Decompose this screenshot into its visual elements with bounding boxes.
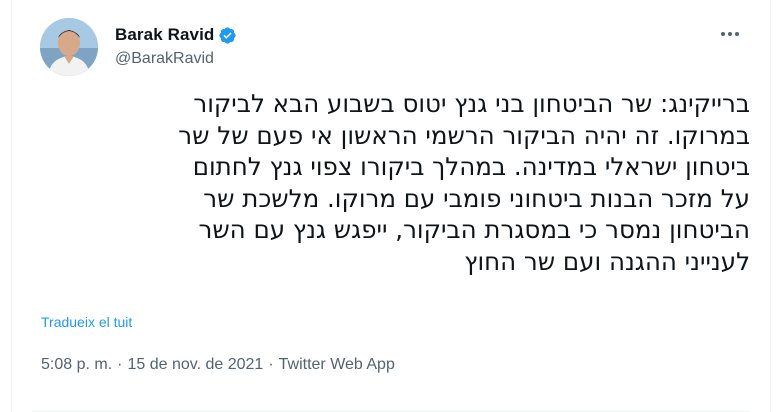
author-handle[interactable]: @BarakRavid [115,50,237,68]
avatar[interactable] [40,18,98,76]
tweet-metadata: 5:08 p. m. · 15 de nov. de 2021 · Twitte… [41,356,395,374]
more-options-button[interactable] [716,24,744,44]
tweet-text: ברייקינג: שר הביטחון בני גנץ יטוס בשבוע … [32,88,750,277]
translate-tweet-link[interactable]: Tradueix el tuit [41,314,132,330]
tweet-text-line: לענייני ההגנה ועם שר החוץ [464,246,750,276]
tweet-text-line: ביטחון ישראלי במדינה. במהלך ביקורו צפוי … [192,152,750,181]
tweet-time[interactable]: 5:08 p. m. [41,356,112,374]
tweet-text-line: במרוקו. זה יהיה הביקור הרשמי הראשון אי פ… [178,120,750,150]
avatar-image [40,18,98,76]
verified-badge-icon [218,26,237,45]
more-horizontal-icon [721,32,739,36]
meta-separator: · [117,356,123,373]
meta-separator: · [268,356,274,373]
tweet-date[interactable]: 15 de nov. de 2021 [127,356,263,374]
tweet-text-line: על מזכר הבנות ביטחוני פומבי עם מרוקו. מל… [203,183,750,213]
author-names: Barak Ravid @BarakRavid [115,24,237,68]
tweet-source-app[interactable]: Twitter Web App [279,356,395,374]
tweet-text-line: ברייקינג: שר הביטחון בני גנץ יטוס בשבוע … [193,89,750,118]
tweet-card: Barak Ravid @BarakRavid ברייקינג: שר הבי… [11,0,771,412]
name-row: Barak Ravid [115,24,237,46]
tweet-text-line: הביטחון נמסר כי במסגרת הביקור, ייפגש גנץ… [198,215,751,244]
author-display-name[interactable]: Barak Ravid [115,25,214,45]
tweet-header: Barak Ravid @BarakRavid [12,0,770,90]
